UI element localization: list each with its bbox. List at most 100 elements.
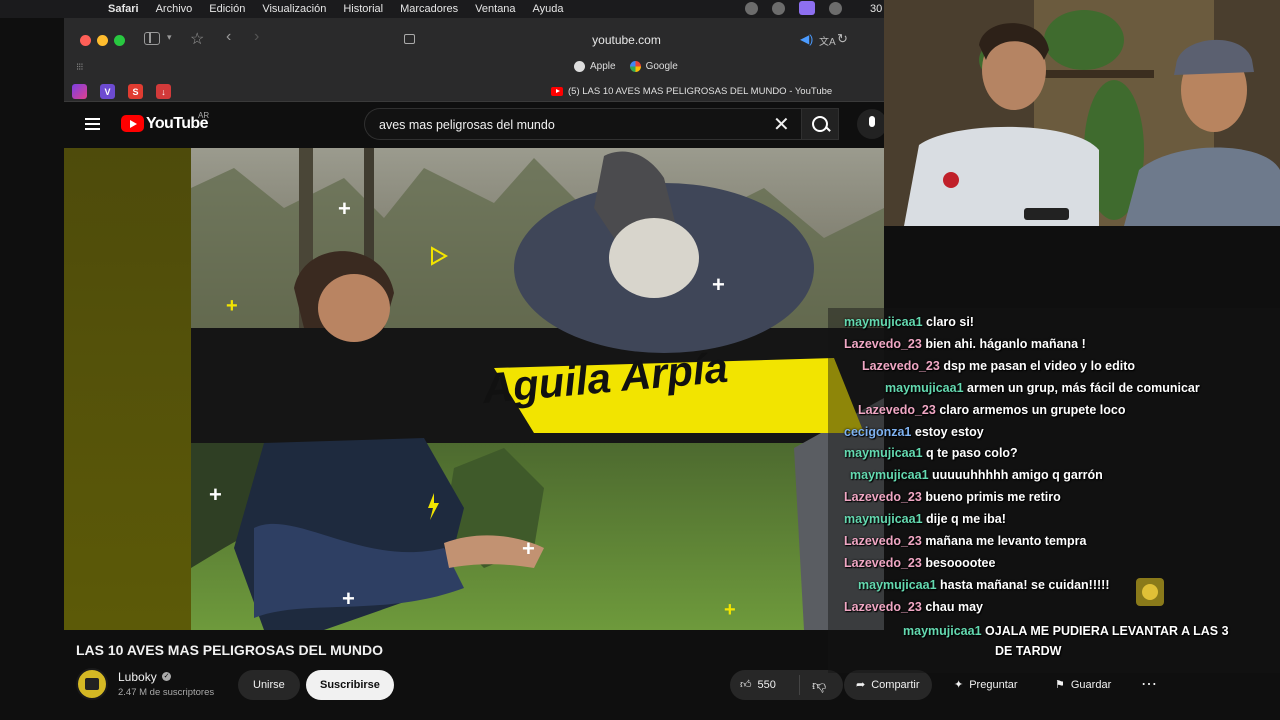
youtube-header: YouTube AR aves mas peligrosas del mundo… <box>64 102 887 148</box>
favorite-label: Google <box>645 61 678 72</box>
chat-message: Lazevedo_23 dsp me pasan el video y lo e… <box>862 358 1136 373</box>
country-code: AR <box>198 111 210 120</box>
sparkle-icon: + <box>712 272 725 297</box>
subscribe-button[interactable]: Suscribirse <box>306 670 394 700</box>
chat-message: Lazevedo_23 mañana me levanto tempra <box>844 534 1087 549</box>
ask-label: Preguntar <box>969 679 1018 691</box>
like-dislike-group: 👍︎ 550 👎︎ <box>730 670 843 700</box>
record-icon[interactable] <box>772 1 785 15</box>
url-text[interactable]: youtube.com <box>399 33 854 47</box>
channel-avatar[interactable] <box>76 668 108 700</box>
download-extension-icon[interactable]: ↓ <box>156 84 171 99</box>
status-tray <box>745 1 842 15</box>
chat-message: Lazevedo_23 bien ahi. háganlo mañana ! <box>844 336 1086 351</box>
safari-toolbar: ▾ ☆ ‹ › youtube.com ◀) 文A ↻ ⁝⁝⁝ Apple Go… <box>64 18 884 102</box>
favorite-label: Apple <box>590 61 616 72</box>
save-button[interactable]: ⚑ Guardar <box>1043 670 1123 700</box>
address-bar[interactable]: youtube.com ◀) 文A ↻ <box>399 30 849 50</box>
google-icon <box>629 61 641 72</box>
favorite-apple[interactable]: Apple <box>574 61 616 72</box>
tab-title: (5) LAS 10 AVES MAS PELIGROSAS DEL MUNDO… <box>568 86 833 97</box>
sparkle-ai-icon: ✦ <box>954 679 964 691</box>
extension-icon[interactable] <box>72 84 87 99</box>
minimize-window-icon[interactable] <box>97 35 108 46</box>
thumbs-down-icon: 👎︎ <box>812 677 827 693</box>
channel-name[interactable]: Luboky <box>118 670 157 684</box>
screen-mirror-icon[interactable] <box>799 1 815 15</box>
chat-message: Lazevedo_23 chau may <box>844 599 983 614</box>
zoom-window-icon[interactable] <box>114 35 125 46</box>
bookmark-icon: ⚑ <box>1055 679 1065 691</box>
youtube-favicon-icon <box>551 87 563 96</box>
chat-message: maymujicaa1 dije q me iba! <box>844 512 1006 527</box>
sidebar-toggle-icon[interactable] <box>144 32 160 45</box>
dislike-button[interactable]: 👎︎ <box>800 670 826 700</box>
extension-v-icon[interactable]: V <box>100 84 115 99</box>
sparkle-icon: + <box>724 599 736 621</box>
hamburger-menu-icon[interactable] <box>85 118 100 130</box>
more-horizontal-icon: ⋯ <box>1141 676 1157 693</box>
share-label: Compartir <box>871 679 920 691</box>
like-count: 550 <box>757 679 776 691</box>
youtube-page: YouTube AR aves mas peligrosas del mundo… <box>64 102 932 720</box>
chat-message: maymujicaa1 uuuuuhhhhh amigo q garrón <box>850 468 1103 483</box>
chat-message: maymujicaa1 q te paso colo? <box>844 446 1018 461</box>
translate-icon[interactable]: 文A <box>819 33 836 48</box>
favorites-bar: Apple Google <box>574 61 678 72</box>
chat-message: maymujicaa1 claro si! <box>844 315 974 329</box>
bookmark-star-icon[interactable]: ☆ <box>190 29 204 49</box>
share-button[interactable]: ➦ Compartir <box>844 670 932 700</box>
menu-marcadores[interactable]: Marcadores <box>400 3 458 15</box>
menu-edicion[interactable]: Edición <box>209 3 245 15</box>
webcam-overlay <box>884 0 1280 226</box>
youtube-logo-icon[interactable] <box>121 115 144 132</box>
left-side-panel <box>64 148 191 630</box>
tab-overview-icon[interactable]: ⁝⁝⁝ <box>76 62 83 73</box>
chat-message-continuation: DE TARDW <box>995 643 1062 658</box>
apple-icon <box>574 61 585 72</box>
sparkle-icon: + <box>226 295 238 317</box>
audio-playing-icon[interactable]: ◀) <box>800 32 813 46</box>
search-button[interactable] <box>801 108 839 140</box>
chat-message: Lazevedo_23 claro armemos un grupete loc… <box>858 402 1126 417</box>
sparkle-icon: + <box>342 586 355 611</box>
creative-cloud-icon[interactable] <box>745 1 758 15</box>
search-query[interactable]: aves mas peligrosas del mundo <box>379 118 555 132</box>
reload-icon[interactable]: ↻ <box>837 31 848 47</box>
window-controls <box>80 35 125 46</box>
extension-s-icon[interactable]: S <box>128 84 143 99</box>
ask-button[interactable]: ✦ Preguntar <box>942 670 1030 700</box>
search-input[interactable]: aves mas peligrosas del mundo ✕ <box>364 108 804 140</box>
clock[interactable]: 30 <box>870 3 882 15</box>
favorite-google[interactable]: Google <box>629 61 678 72</box>
chat-message: Lazevedo_23 besooootee <box>844 555 996 570</box>
menu-ayuda[interactable]: Ayuda <box>533 3 564 15</box>
menu-archivo[interactable]: Archivo <box>156 3 193 15</box>
person-left-shirt <box>904 126 1099 226</box>
play-circle-icon[interactable] <box>829 1 842 15</box>
join-button[interactable]: Unirse <box>238 670 300 700</box>
back-icon[interactable]: ‹ <box>226 28 231 46</box>
like-button[interactable]: 👍︎ 550 <box>730 675 800 695</box>
verified-icon: ✓ <box>162 672 171 681</box>
menu-safari[interactable]: Safari <box>108 3 139 15</box>
menu-historial[interactable]: Historial <box>343 3 383 15</box>
chevron-down-icon[interactable]: ▾ <box>167 32 172 43</box>
clear-search-icon[interactable]: ✕ <box>773 112 790 137</box>
chat-message: Lazevedo_23 bueno primis me retiro <box>844 490 1061 505</box>
active-tab[interactable]: (5) LAS 10 AVES MAS PELIGROSAS DEL MUNDO… <box>551 86 832 97</box>
menu-ventana[interactable]: Ventana <box>475 3 515 15</box>
forward-icon[interactable]: › <box>254 28 259 46</box>
chat-message: maymujicaa1 OJALA ME PUDIERA LEVANTAR A … <box>903 623 1229 638</box>
sparkle-icon: + <box>209 482 222 507</box>
voice-search-icon[interactable] <box>857 109 887 139</box>
video-title: LAS 10 AVES MAS PELIGROSAS DEL MUNDO <box>76 642 384 658</box>
menu-visualizacion[interactable]: Visualización <box>262 3 326 15</box>
extension-bar: V S ↓ <box>72 84 171 99</box>
thumbs-up-icon: 👍︎ <box>740 679 752 691</box>
more-actions-button[interactable]: ⋯ <box>1134 670 1164 700</box>
video-player[interactable]: Aguila Arpía + + + + + + + <box>64 148 884 630</box>
close-window-icon[interactable] <box>80 35 91 46</box>
webcam-feed <box>884 0 1280 226</box>
chat-message: maymujicaa1 hasta mañana! se cuidan!!!!! <box>858 577 1110 592</box>
